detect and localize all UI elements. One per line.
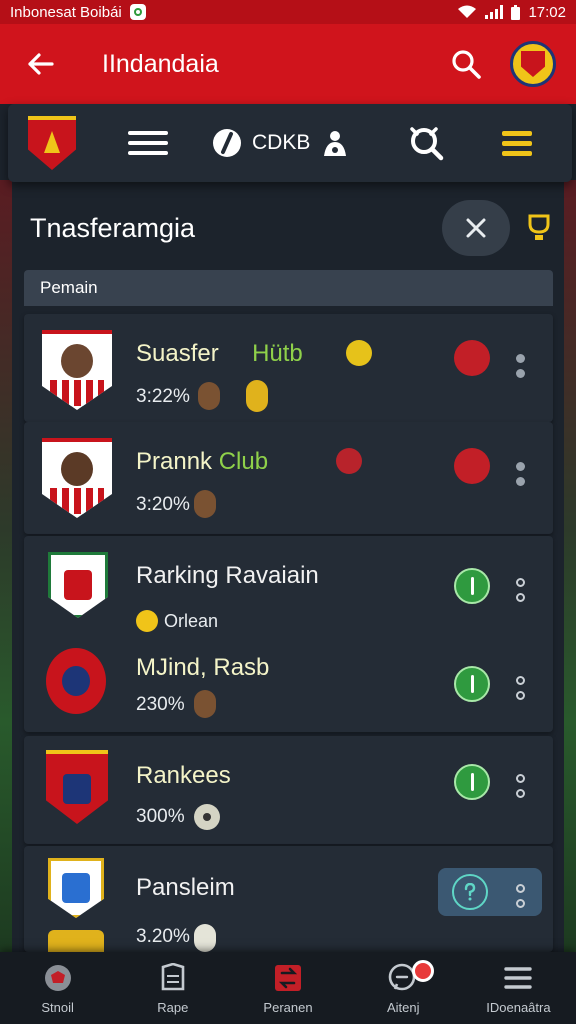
player-percent: 3:20% [136, 494, 190, 515]
close-button[interactable] [442, 200, 510, 256]
more-options-button[interactable] [508, 572, 532, 608]
jersey-icon [194, 924, 216, 952]
more-options-button[interactable] [508, 768, 532, 804]
club-crest-icon [48, 552, 108, 618]
filter-icon [410, 127, 444, 161]
list-subheader: Pemain [24, 270, 553, 306]
player-name: Rankees [136, 762, 231, 789]
boot-icon [194, 690, 216, 718]
team-crest-icon[interactable] [28, 116, 76, 170]
list-item[interactable]: Rankees 300% [24, 736, 553, 844]
player-percent: 3.20% [136, 926, 190, 947]
status-toggle-button[interactable] [454, 568, 490, 604]
more-options-button[interactable] [508, 670, 532, 706]
player-avatar [42, 438, 112, 518]
search-button[interactable] [442, 40, 490, 88]
transfer-icon [272, 962, 304, 994]
nav-label: IDoenaâtra [486, 999, 551, 1015]
question-icon [464, 883, 476, 901]
club-crest-icon [48, 858, 104, 918]
more-options-button[interactable] [508, 348, 532, 384]
nav-item-rape[interactable]: Rape [115, 952, 230, 1024]
nav-label: Rape [157, 999, 189, 1015]
boot-icon [194, 490, 216, 518]
nav-label: Peranen [263, 999, 313, 1015]
status-time: 17:02 [528, 3, 566, 21]
options-menu-button[interactable] [502, 130, 533, 156]
bookmark-icon [157, 962, 189, 994]
battery-icon [511, 4, 521, 20]
menu-button[interactable] [128, 123, 168, 163]
trophy-button[interactable] [524, 213, 554, 243]
club-tag: Club [218, 448, 269, 475]
stadium-background-right [564, 180, 576, 954]
notification-badge [411, 960, 434, 982]
boot-icon [198, 382, 220, 410]
status-carrier: Inbonesat Boibái [10, 3, 122, 21]
federation-logo[interactable] [510, 41, 556, 87]
player-name[interactable]: MJind, Rasb [136, 654, 269, 682]
more-options-button[interactable] [508, 456, 532, 492]
medal-icon [246, 380, 268, 412]
signal-icon [485, 5, 504, 19]
search-icon [452, 50, 481, 79]
list-item[interactable]: Prannk Club 3:20% [24, 422, 553, 534]
bottom-navigation: Stnoil Rape Peranen Aitenj IDoenaâtra [0, 952, 576, 1024]
list-item-group: Rarking Ravaiain Orlean MJind, Rasb 230% [24, 536, 553, 732]
section-title: Tnasferamgia [30, 212, 196, 243]
toolbar: CDKB [8, 104, 572, 182]
wifi-icon [458, 5, 477, 18]
list-item[interactable]: Suasfer Hütb 3:22% [24, 314, 553, 422]
app-notification-icon [129, 4, 146, 20]
club-crest-icon [48, 930, 104, 952]
stadium-background-left [0, 180, 12, 954]
player-percent: 300% [136, 806, 185, 827]
menu-icon [502, 962, 534, 994]
nav-item-aitenj[interactable]: Aitenj [346, 952, 461, 1024]
section-header: Tnasferamgia [24, 196, 554, 260]
help-button[interactable] [452, 874, 488, 910]
player-name: Suasfer Hütb [136, 340, 303, 367]
player-name: Pansleim [136, 874, 235, 901]
arrow-left-icon [28, 53, 54, 75]
status-toggle-button[interactable] [454, 666, 490, 702]
nav-item-peranen[interactable]: Peranen [230, 952, 345, 1024]
player-badge-icon [46, 648, 106, 714]
club-crest-icon [46, 750, 108, 824]
nav-label: Stnoil [41, 999, 74, 1015]
ball-icon [213, 129, 241, 157]
club-badge-icon [336, 448, 362, 474]
page-title: IIndandaia [102, 49, 219, 78]
people-icon [324, 131, 347, 156]
player-avatar [42, 330, 112, 410]
close-icon [466, 218, 486, 238]
nav-label: Aitenj [386, 999, 420, 1015]
smiley-icon [136, 610, 158, 632]
ball-icon [194, 804, 220, 830]
team-badge-button[interactable] [454, 340, 490, 376]
team-badge-button[interactable] [454, 448, 490, 484]
nav-item-stnoil[interactable]: Stnoil [0, 952, 115, 1024]
player-percent: 230% [136, 694, 185, 715]
player-percent: 3:22% [136, 386, 190, 407]
club-name[interactable]: Rarking Ravaiain [136, 562, 319, 590]
list-item[interactable]: Pansleim 3.20% [24, 846, 553, 952]
ball-icon [42, 962, 74, 994]
more-options-button[interactable] [508, 878, 532, 914]
trophy-icon [528, 214, 550, 240]
club-tag: Hütb [252, 340, 303, 367]
club-subtitle: Orlean [136, 610, 218, 632]
status-toggle-button[interactable] [454, 764, 490, 800]
back-button[interactable] [20, 44, 60, 84]
filter-button[interactable] [406, 123, 446, 163]
group-label: CDKB [252, 131, 311, 154]
status-bar: Inbonesat Boibái 17:02 [0, 0, 576, 24]
star-badge-icon [346, 340, 372, 366]
app-bar: IIndandaia [0, 24, 576, 104]
player-name: Prannk Club [136, 448, 269, 475]
nav-item-more[interactable]: IDoenaâtra [461, 952, 576, 1024]
group-selector[interactable]: CDKB [212, 128, 350, 158]
